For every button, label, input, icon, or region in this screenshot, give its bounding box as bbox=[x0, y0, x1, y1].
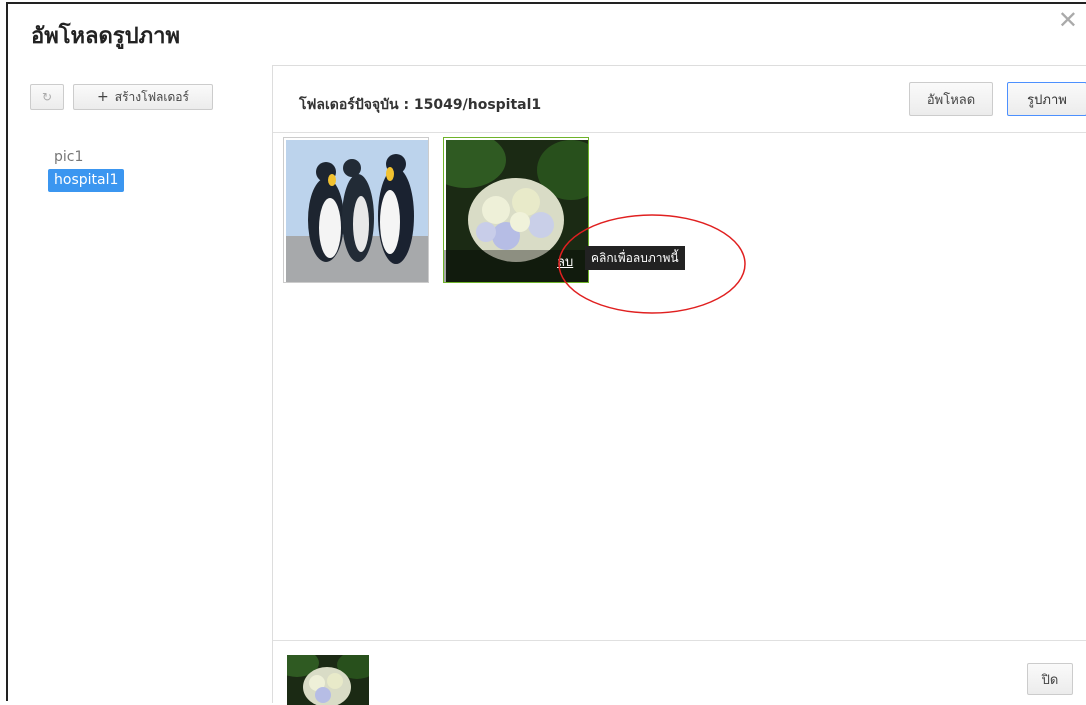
images-tab-button[interactable]: รูปภาพ bbox=[1007, 82, 1086, 116]
current-folder-label: โฟลเดอร์ปัจจุบัน : 15049/hospital1 bbox=[299, 97, 542, 113]
upload-image-dialog: อัพโหลดรูปภาพ ✕ ↻ + สร้างโฟลเดอร์ pic1 h… bbox=[6, 2, 1086, 705]
folder-item-hospital1[interactable]: hospital1 bbox=[48, 169, 125, 192]
folder-item-pic1[interactable]: pic1 bbox=[48, 146, 124, 169]
new-folder-label: สร้างโฟลเดอร์ bbox=[114, 89, 189, 104]
image-browser: โฟลเดอร์ปัจจุบัน : 15049/hospital1 อัพโห… bbox=[272, 65, 1086, 705]
close-button[interactable]: ปิด bbox=[1027, 663, 1073, 695]
folder-tree: pic1 hospital1 bbox=[48, 146, 125, 192]
browser-header: โฟลเดอร์ปัจจุบัน : 15049/hospital1 อัพโห… bbox=[273, 66, 1086, 133]
plus-icon: + bbox=[97, 89, 109, 105]
new-folder-button[interactable]: + สร้างโฟลเดอร์ bbox=[73, 84, 213, 110]
close-icon[interactable]: ✕ bbox=[1058, 8, 1078, 32]
refresh-icon: ↻ bbox=[41, 90, 53, 104]
dialog-title: อัพโหลดรูปภาพ bbox=[31, 24, 180, 49]
image-thumbnail-penguins[interactable] bbox=[283, 137, 429, 283]
selected-image-preview bbox=[287, 655, 369, 705]
folder-pane: ↻ + สร้างโฟลเดอร์ pic1 hospital1 bbox=[16, 66, 272, 703]
refresh-button[interactable]: ↻ bbox=[30, 84, 64, 110]
upload-tab-button[interactable]: อัพโหลด bbox=[909, 82, 993, 116]
annotation-ellipse bbox=[558, 214, 746, 314]
browser-footer: ปิด bbox=[273, 640, 1086, 705]
